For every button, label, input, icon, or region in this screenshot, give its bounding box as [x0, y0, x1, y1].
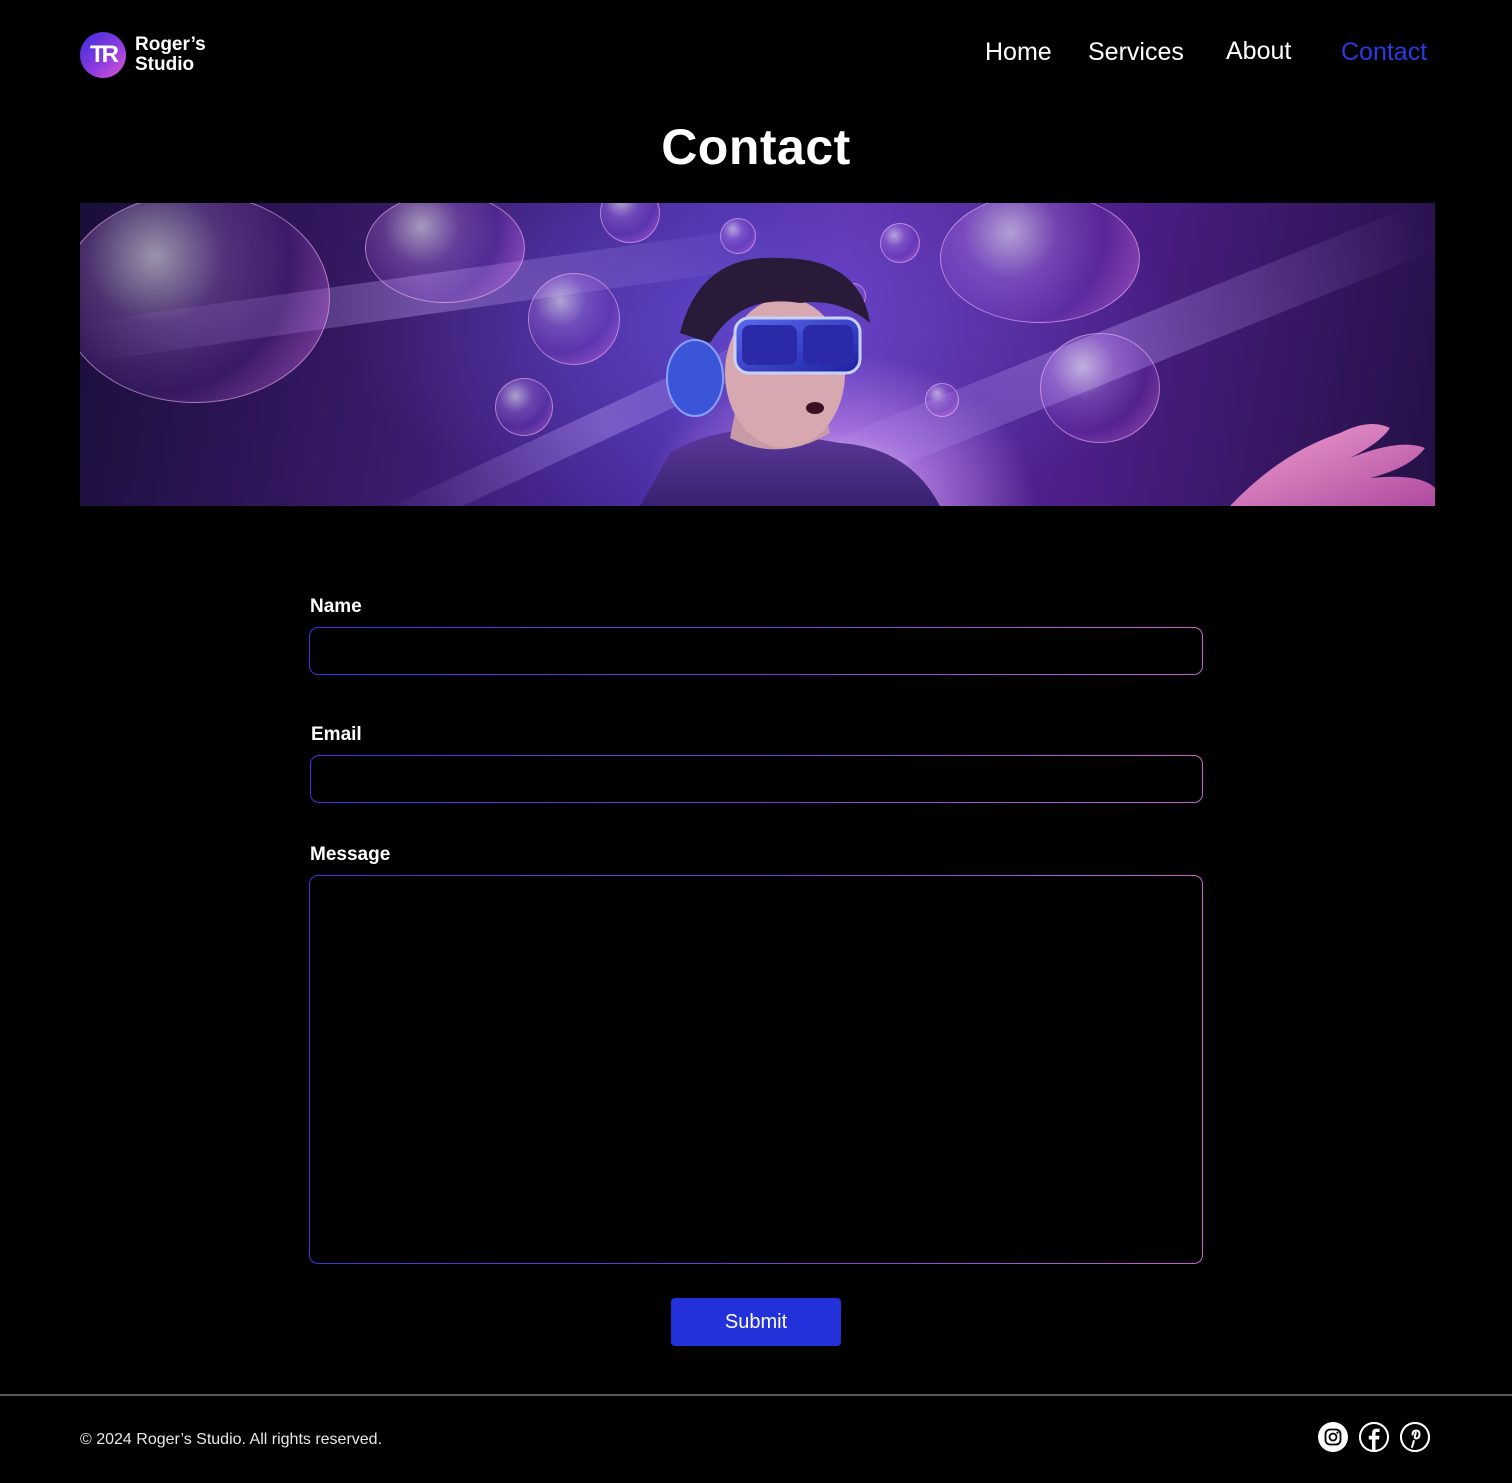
pinterest-link[interactable]	[1400, 1422, 1430, 1452]
submit-button[interactable]: Submit	[671, 1298, 841, 1346]
nav-item-services[interactable]: Services	[1088, 38, 1184, 67]
email-field-border	[310, 755, 1203, 803]
facebook-icon	[1359, 1422, 1389, 1452]
contact-page: TR Roger’s Studio Home Services About Co…	[0, 0, 1512, 1483]
facebook-link[interactable]	[1359, 1422, 1389, 1452]
instagram-link[interactable]	[1318, 1422, 1348, 1452]
footer-divider	[0, 1394, 1512, 1396]
name-label: Name	[310, 596, 362, 617]
nav-item-about[interactable]: About	[1226, 37, 1291, 66]
message-textarea[interactable]	[310, 876, 1202, 1263]
message-label: Message	[310, 844, 391, 865]
pinterest-icon	[1400, 1422, 1430, 1452]
name-field-border	[309, 627, 1203, 675]
nav-item-home[interactable]: Home	[985, 38, 1052, 67]
page-title: Contact	[661, 119, 851, 175]
name-input[interactable]	[310, 628, 1202, 674]
nav-item-contact[interactable]: Contact	[1341, 38, 1427, 67]
email-input[interactable]	[311, 756, 1202, 802]
hero-banner-image	[80, 203, 1435, 506]
copyright-text: © 2024 Roger’s Studio. All rights reserv…	[80, 1431, 383, 1448]
main-nav: Home Services About Contact	[0, 37, 1512, 72]
person-illustration	[640, 257, 1435, 506]
email-label: Email	[311, 724, 362, 745]
message-field-border	[309, 875, 1203, 1264]
instagram-icon	[1324, 1428, 1342, 1446]
